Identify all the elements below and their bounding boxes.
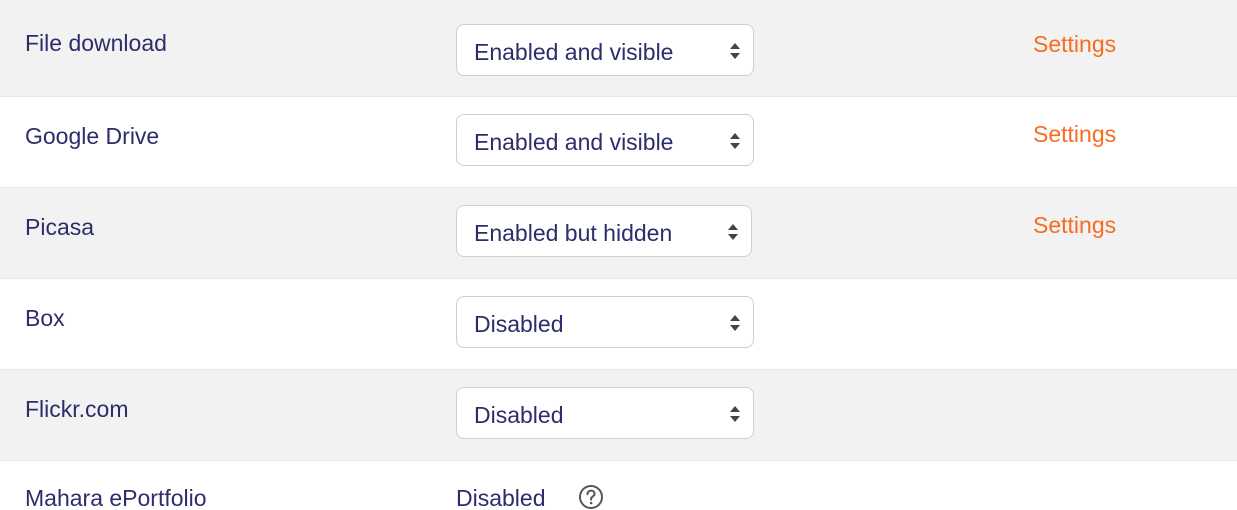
visibility-select[interactable]: Enabled and visible <box>456 24 754 76</box>
repository-name: Google Drive <box>25 123 160 149</box>
visibility-select-value: Disabled <box>474 311 564 337</box>
visibility-select-value: Enabled and visible <box>474 39 674 65</box>
visibility-select[interactable]: Disabled <box>456 296 754 348</box>
select-arrows-icon <box>730 133 740 149</box>
repository-name: Box <box>25 305 65 331</box>
table-row-picasa: Picasa Enabled but hidden Settings <box>0 188 1237 279</box>
settings-link[interactable]: Settings <box>1033 121 1116 147</box>
select-arrows-icon <box>730 43 740 59</box>
table-row-flickr: Flickr.com Disabled <box>0 370 1237 461</box>
select-arrows-icon <box>730 406 740 422</box>
visibility-select[interactable]: Disabled <box>456 387 754 439</box>
repositories-table: File download Enabled and visible Settin… <box>0 0 1237 510</box>
repository-name: Mahara ePortfolio <box>25 485 207 510</box>
select-arrows-icon <box>728 224 738 240</box>
settings-link[interactable]: Settings <box>1033 212 1116 238</box>
visibility-select-value: Enabled and visible <box>474 129 674 155</box>
table-row-box: Box Disabled <box>0 279 1237 370</box>
table-row-google-drive: Google Drive Enabled and visible Setting… <box>0 97 1237 188</box>
table-row-file-download: File download Enabled and visible Settin… <box>0 0 1237 97</box>
visibility-static-value: Disabled <box>456 485 546 510</box>
repository-name: File download <box>25 30 167 56</box>
table-row-mahara: Mahara ePortfolio Disabled <box>0 461 1237 510</box>
visibility-select[interactable]: Enabled but hidden <box>456 205 752 257</box>
visibility-select-value: Enabled but hidden <box>474 220 673 246</box>
visibility-select[interactable]: Enabled and visible <box>456 114 754 166</box>
question-circle-icon[interactable] <box>578 484 604 510</box>
select-arrows-icon <box>730 315 740 331</box>
repository-name: Flickr.com <box>25 396 129 422</box>
settings-link[interactable]: Settings <box>1033 31 1116 57</box>
repository-name: Picasa <box>25 214 95 240</box>
visibility-select-value: Disabled <box>474 402 564 428</box>
